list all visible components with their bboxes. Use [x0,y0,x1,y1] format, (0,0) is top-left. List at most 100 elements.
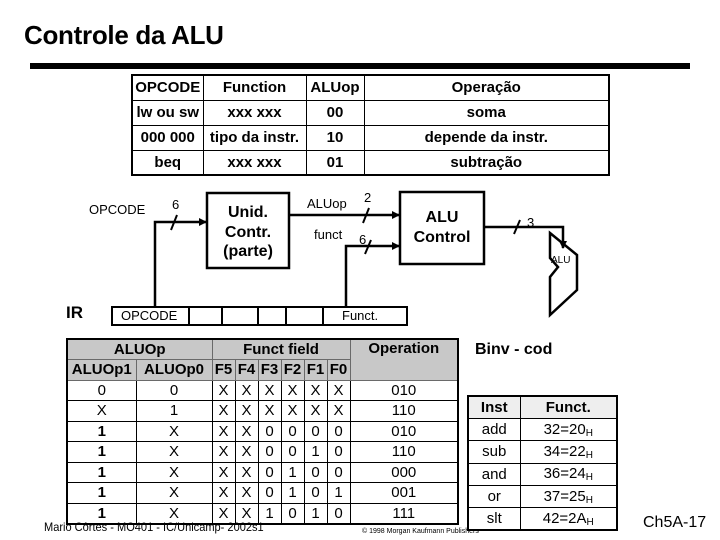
table-cell: X [234,420,259,442]
header-cell: F3 [257,359,282,381]
table-cell: X [135,420,213,442]
table-cell: X [326,379,351,401]
table-row: 1 X X X 0 0 0 0 010 [66,420,459,442]
header-cell: F5 [211,359,236,381]
header-cell: ALUOp1 [66,359,137,381]
inst-name-cell: sub [467,440,521,464]
table-cell: 1 [135,400,213,422]
inst-name-cell: slt [467,507,521,531]
funct-code-cell: 36=24H [519,462,618,487]
aluop-label: ALUop [307,196,347,211]
table-cell: 0 [135,379,213,401]
funct-width-label: 6 [359,232,367,247]
header-cell: ALUOp [66,338,213,360]
instruction-funct-table: Inst Funct. add 32=20H sub 34=22H and 36=24H o… [467,395,618,532]
table-header-row: ALUOp Funct field Operation [66,338,459,381]
header-cell: Funct field [211,338,351,360]
table-cell: X [234,379,259,401]
funct-value: 42=2A [542,509,587,527]
alu-label: ALU [551,255,571,266]
opcode-label: OPCODE [89,202,146,217]
alu-symbol [548,230,579,318]
binv-label: Binv - cod [475,341,553,358]
table-cell: 0 [280,420,305,442]
table-cell: 000 [349,461,459,483]
header-cell: ALUOp0 [135,359,213,381]
table-cell: X [257,379,282,401]
funct-code-cell: 42=2AH [519,507,618,531]
funct-code-cell: 32=20H [519,417,618,442]
hex-subscript: H [585,472,593,484]
opcode-wire [153,218,207,306]
table-cell: X [211,461,236,483]
alu-control-width-label: 3 [527,215,535,230]
funct-value: 37=25 [543,487,586,505]
inst-name-cell: add [467,417,521,442]
table-cell: 0 [280,441,305,463]
table-cell: 1 [303,502,328,524]
table-row: 0 0 X X X X X X 010 [66,379,459,401]
table-row: X 1 X X X X X X 110 [66,400,459,422]
table-cell: X [135,441,213,463]
table-cell: 1 [280,461,305,483]
table-cell: 1 [326,482,351,504]
table-row: 1 X X X 0 1 0 1 001 [66,482,459,504]
table-cell: 0 [257,420,282,442]
funct-value: 36=24 [543,465,586,483]
header-cell: Operation [349,338,459,381]
table-cell: X [280,400,305,422]
table-cell: 110 [349,400,459,422]
table-row: sub 34=22H [467,440,618,464]
table-cell: 1 [66,461,137,483]
table-cell: 0 [326,420,351,442]
footer-author: Mario Côrtes - MO401 - IC/Unicamp- 2002s… [44,520,264,534]
table-cell: X [66,400,137,422]
table-cell: 001 [349,482,459,504]
table-cell: 0 [326,502,351,524]
table-row: slt 42=2AH [467,507,618,531]
hex-subscript: H [585,494,593,506]
table-row: add 32=20H [467,417,618,442]
table-cell: 0 [326,461,351,483]
table-row: 1 X X X 0 0 1 0 110 [66,441,459,463]
funct-wire [344,242,400,306]
table-cell: 0 [280,502,305,524]
table-cell: 0 [326,441,351,463]
table-cell: 111 [349,502,459,524]
table-cell: X [303,379,328,401]
table-cell: X [280,379,305,401]
header-cell: F1 [303,359,328,381]
header-cell: F4 [234,359,259,381]
footer-copyright: © 1998 Morgan Kaufmann Publishers [362,528,479,535]
ir-field-funct: Funct. [342,308,379,323]
table-cell: 010 [349,379,459,401]
table-cell: 0 [303,420,328,442]
funct-code-cell: 37=25H [519,485,618,509]
table-cell: X [211,400,236,422]
ir-field [223,308,259,324]
table-row: and 36=24H [467,462,618,487]
header-cell: F2 [280,359,305,381]
ir-field-opcode: OPCODE [113,308,190,324]
table-cell: X [135,482,213,504]
table-cell: X [257,400,282,422]
table-cell: 110 [349,441,459,463]
inst-name-cell: or [467,485,521,509]
inst-name-cell: and [467,462,521,487]
instruction-register: OPCODE Funct. [111,306,408,326]
slide-number: Ch5A-17 [643,514,707,531]
table-cell: X [234,400,259,422]
table-cell: X [211,441,236,463]
table-cell: X [211,420,236,442]
table-cell: 0 [257,441,282,463]
table-cell: 0 [303,461,328,483]
ir-field [287,308,324,324]
hex-subscript: H [586,516,594,528]
table-cell: X [211,482,236,504]
alu-control-label: ALU Control [413,209,471,246]
table-cell: X [326,400,351,422]
table-cell: 0 [66,379,137,401]
funct-value: 34=22 [543,442,586,460]
funct-value: 32=20 [543,420,586,438]
funct-code-cell: 34=22H [519,440,618,464]
